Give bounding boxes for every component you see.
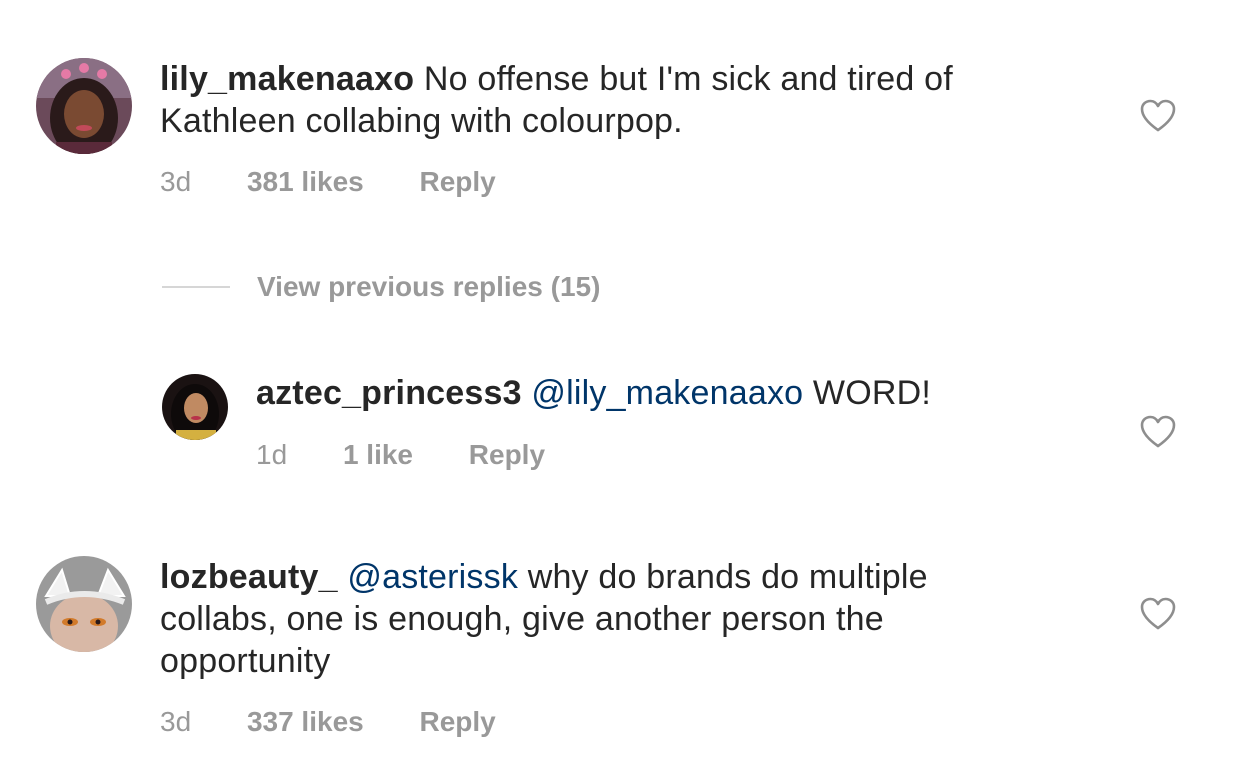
comment-text-line1: why do brands do multiple (527, 558, 928, 596)
reply-button[interactable]: Reply (420, 165, 496, 199)
comment-text: WORD! (812, 374, 932, 412)
comment-text-line2: collabs, one is enough, give another per… (160, 600, 884, 638)
heart-outline-icon[interactable] (1140, 99, 1176, 133)
heart-outline-icon[interactable] (1140, 597, 1176, 631)
reply-button[interactable]: Reply (469, 438, 545, 472)
heart-outline-icon[interactable] (1140, 415, 1176, 449)
comment-likes[interactable]: 1 like (343, 438, 413, 472)
comment-meta: 3d 381 likes Reply (160, 165, 496, 199)
comment-username[interactable]: lozbeauty_ (160, 558, 338, 596)
comment-body: aztec_princess3 @lily_makenaaxo WORD! (256, 372, 1156, 414)
reply-button[interactable]: Reply (420, 705, 496, 739)
comment-meta: 1d 1 like Reply (256, 438, 545, 472)
comment-time: 3d (160, 166, 192, 197)
comment-text-line2: Kathleen collabing with colourpop. (160, 102, 683, 140)
comment-mention[interactable]: @asterissk (347, 558, 518, 596)
view-previous-replies-label[interactable]: View previous replies (15) (257, 270, 600, 304)
comment-body: lozbeauty_ @asterissk why do brands do m… (160, 556, 1160, 682)
avatar-image (162, 374, 228, 440)
avatar[interactable] (36, 58, 132, 154)
comment-likes[interactable]: 337 likes (247, 705, 364, 739)
avatar-image (36, 58, 132, 154)
comment-time: 1d (256, 439, 288, 470)
comment-mention[interactable]: @lily_makenaaxo (531, 374, 803, 412)
comment-body: lily_makenaaxo No offense but I'm sick a… (160, 58, 1160, 142)
comment-time: 3d (160, 706, 192, 737)
comment-likes[interactable]: 381 likes (247, 165, 364, 199)
avatar-image (36, 556, 132, 652)
avatar[interactable] (36, 556, 132, 652)
avatar[interactable] (162, 374, 228, 440)
comment-username[interactable]: lily_makenaaxo (160, 60, 414, 98)
comment-text-line1: No offense but I'm sick and tired of (423, 60, 953, 98)
comment-meta: 3d 337 likes Reply (160, 705, 496, 739)
comment-username[interactable]: aztec_princess3 (256, 374, 522, 412)
comment-text-line3: opportunity (160, 642, 331, 680)
thread-divider (162, 286, 230, 288)
